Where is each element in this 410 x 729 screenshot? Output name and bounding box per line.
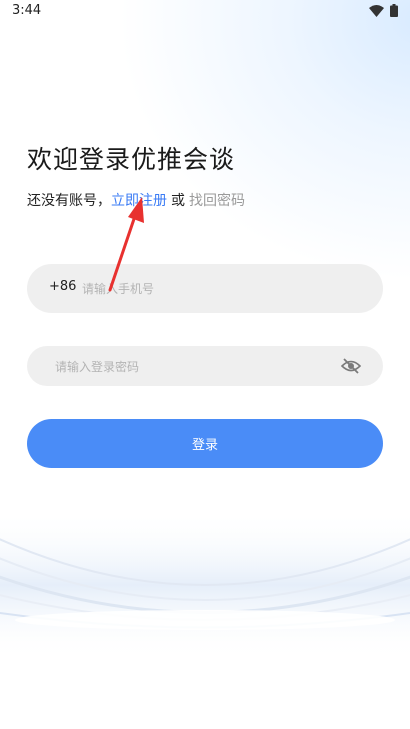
password-input[interactable] (53, 356, 337, 378)
password-field[interactable] (27, 346, 383, 386)
battery-icon (390, 4, 398, 17)
or-text: 或 (171, 193, 185, 209)
status-bar: 3:44 (0, 0, 410, 24)
background-wave-decoration (0, 470, 410, 729)
status-icons (369, 4, 398, 17)
phone-field[interactable]: +86 (27, 264, 383, 313)
phone-input[interactable] (80, 278, 344, 300)
login-button[interactable]: 登录 (27, 419, 383, 468)
register-prompt: 还没有账号，立即注册或找回密码 (27, 190, 245, 210)
register-prefix-text: 还没有账号， (27, 193, 111, 209)
wifi-icon (369, 4, 384, 17)
register-link[interactable]: 立即注册 (111, 193, 167, 209)
page-title: 欢迎登录优推会谈 (27, 145, 236, 174)
status-time: 3:44 (12, 3, 42, 18)
country-code[interactable]: +86 (49, 279, 76, 294)
eye-off-icon[interactable] (341, 357, 361, 375)
find-password-link[interactable]: 找回密码 (189, 193, 245, 209)
